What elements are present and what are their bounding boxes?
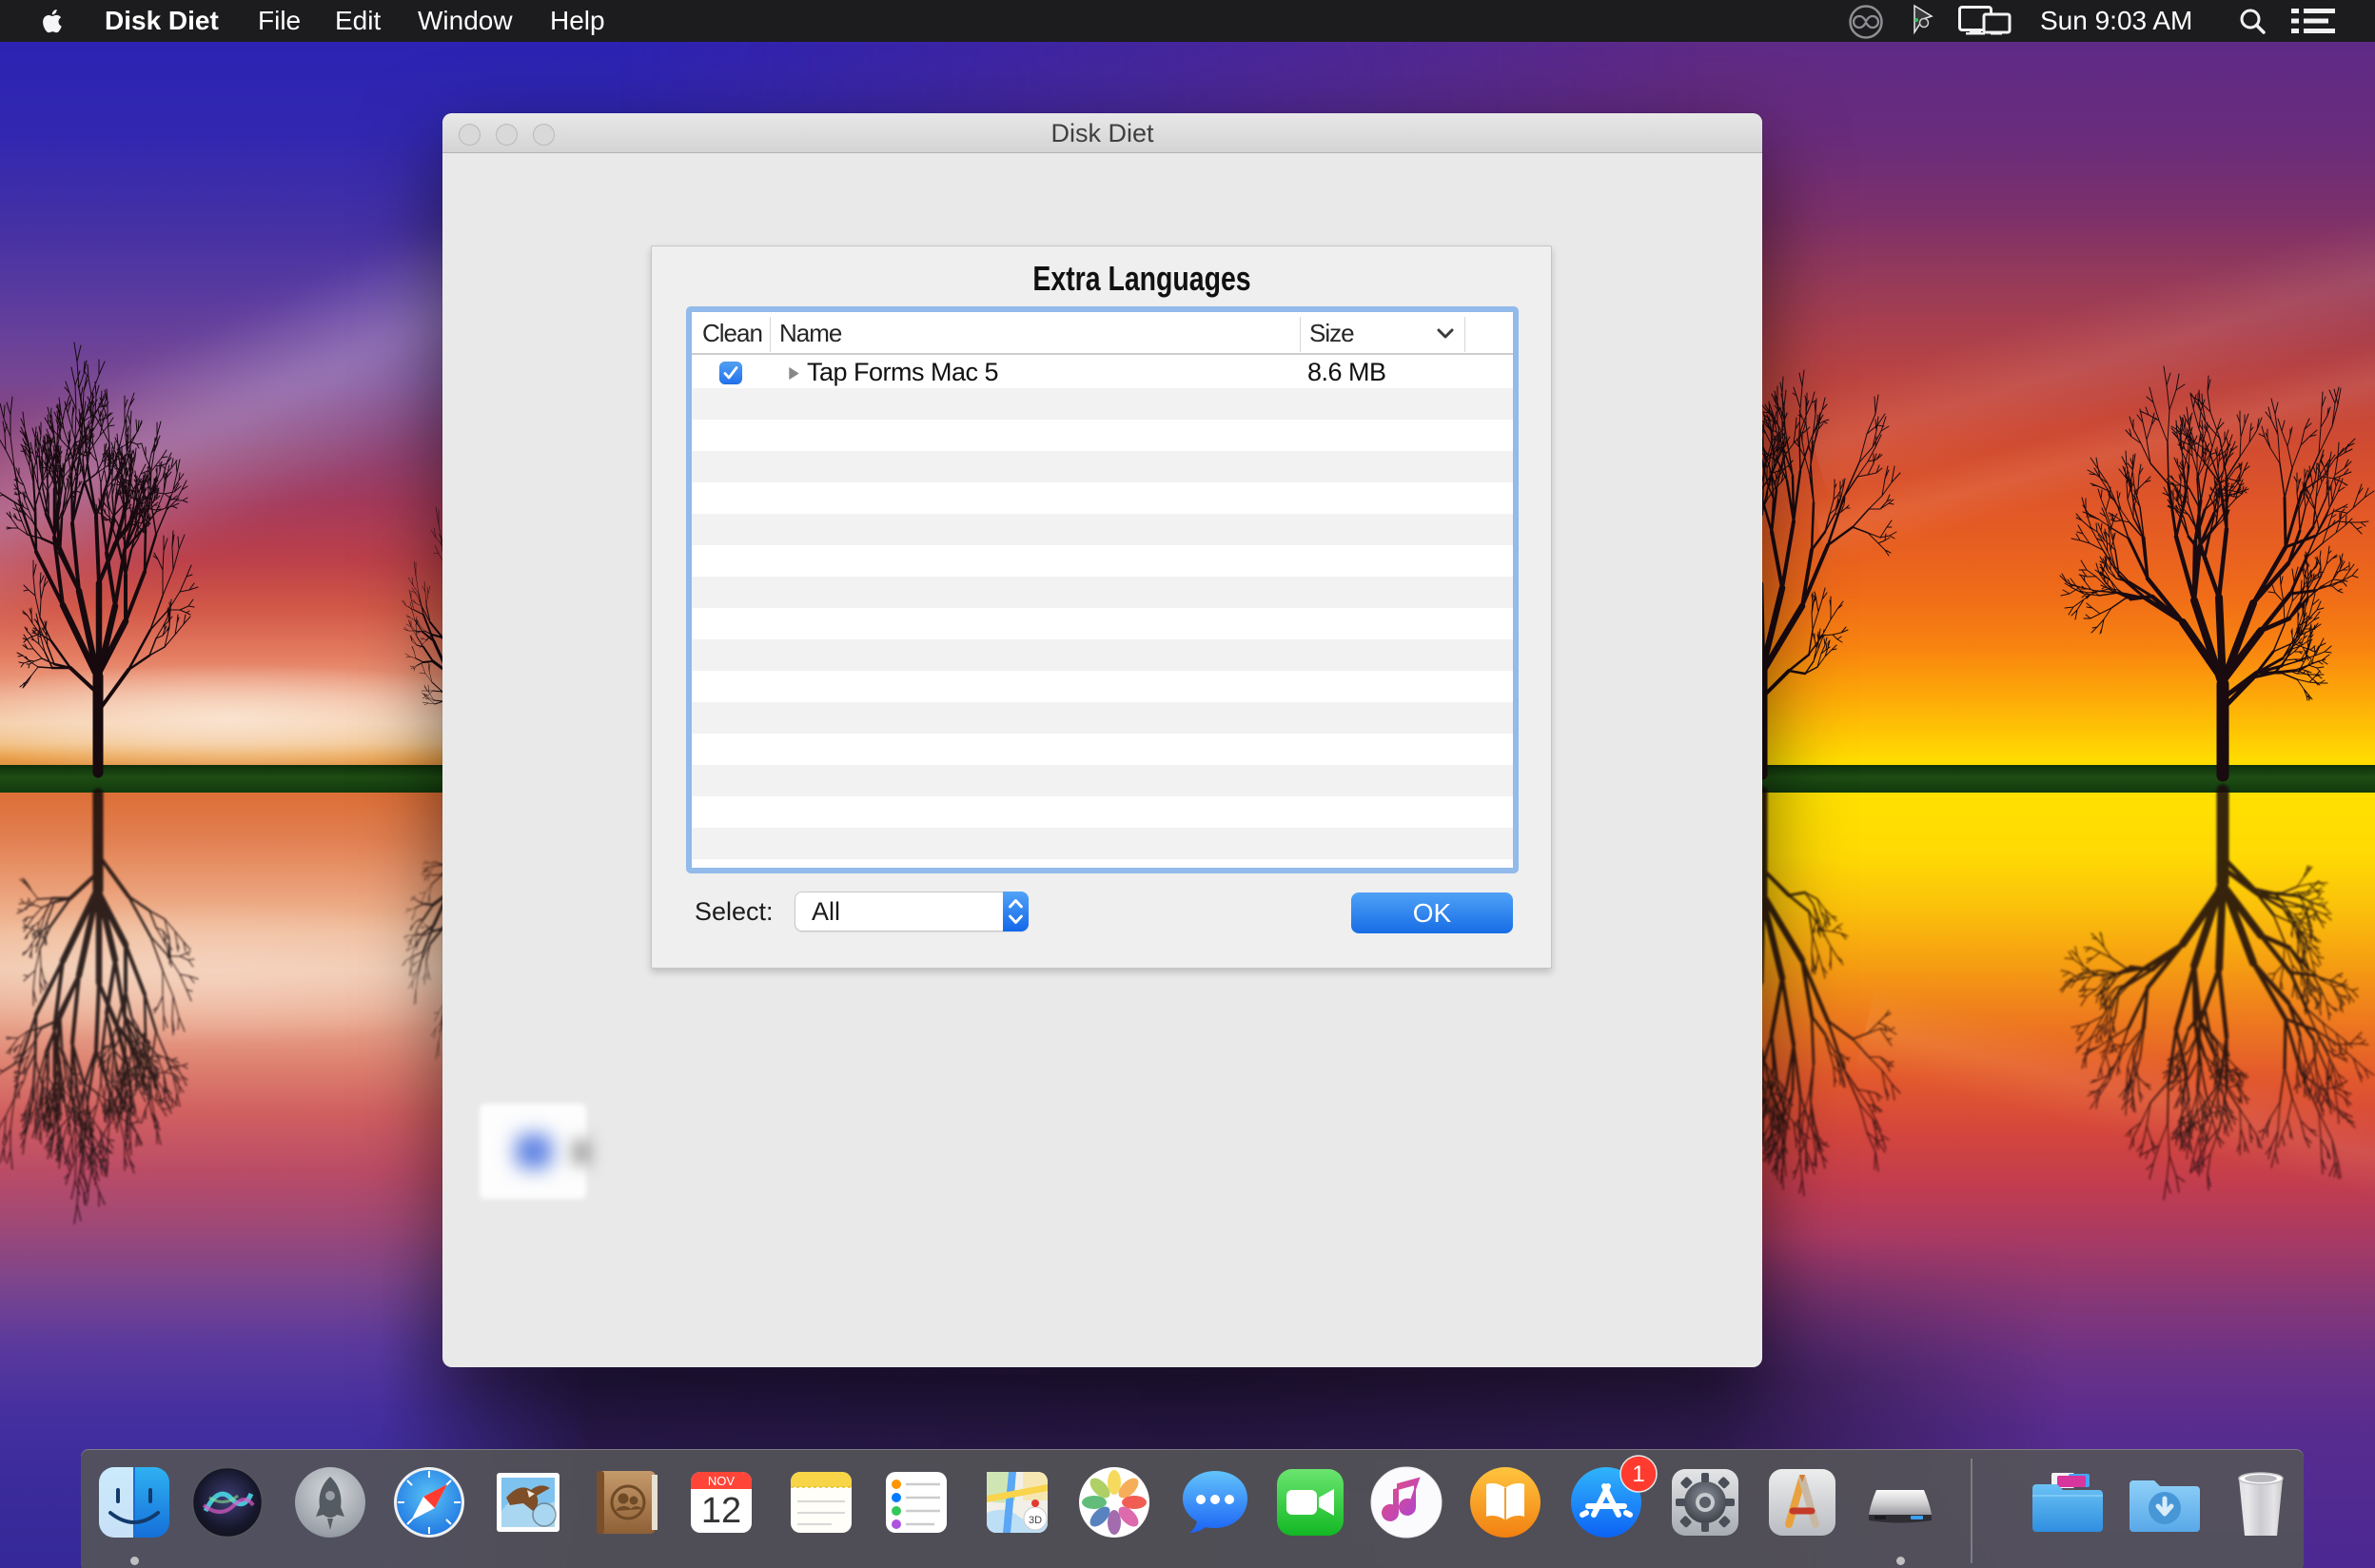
svg-text:12: 12 (701, 1491, 741, 1531)
svg-text:1: 1 (1632, 1461, 1644, 1487)
svg-text:NOV: NOV (708, 1474, 736, 1488)
svg-text:3D: 3D (1029, 1515, 1042, 1526)
